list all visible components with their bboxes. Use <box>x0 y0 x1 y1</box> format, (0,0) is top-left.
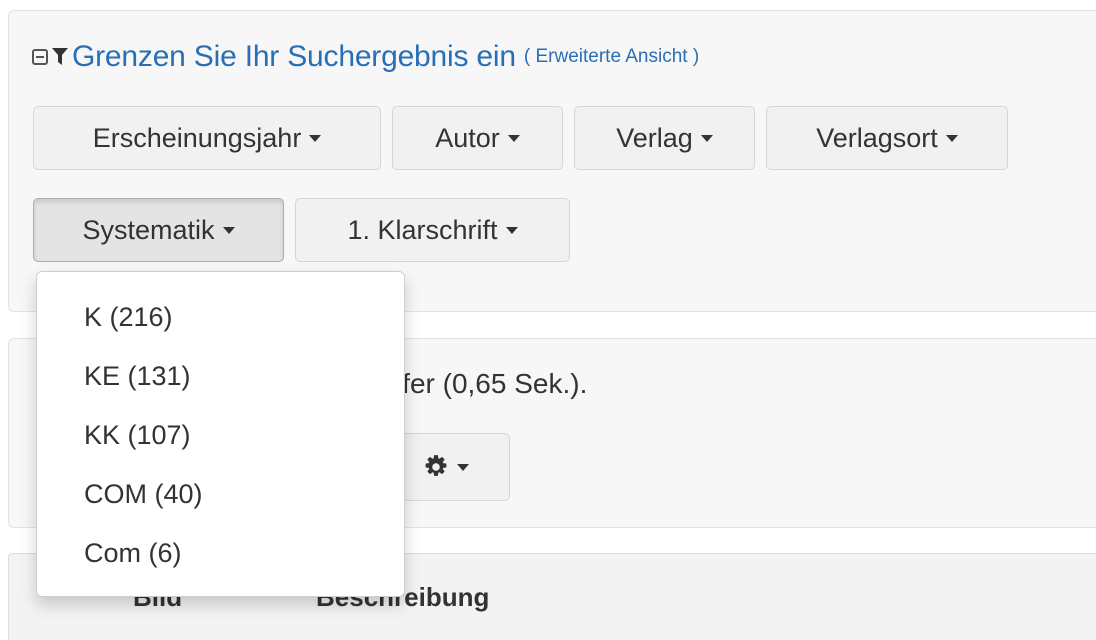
dropdown-item[interactable]: Com (6) <box>84 538 182 569</box>
caret-down-icon <box>309 134 322 142</box>
paren-close: ) <box>692 46 700 67</box>
facet-label: Autor <box>435 122 500 153</box>
advanced-view-wrapper: ( Erweiterte Ansicht ) <box>524 46 699 68</box>
facet-button-erscheinungsjahr[interactable]: Erscheinungsjahr <box>33 106 381 170</box>
facet-button-verlag[interactable]: Verlag <box>574 106 755 170</box>
facet-button-klarschrift[interactable]: 1. Klarschrift <box>295 198 570 262</box>
dropdown-item[interactable]: K (216) <box>84 302 173 333</box>
facet-label: Verlag <box>616 122 693 153</box>
paren-open: ( <box>523 46 531 67</box>
facet-button-verlagsort[interactable]: Verlagsort <box>766 106 1008 170</box>
refine-search-link[interactable]: Grenzen Sie Ihr Suchergebnis ein <box>72 40 516 74</box>
facet-label: Erscheinungsjahr <box>92 122 302 153</box>
filter-icon <box>52 48 68 65</box>
facet-button-systematik[interactable]: Systematik <box>33 198 284 262</box>
facet-label: 1. Klarschrift <box>347 214 498 245</box>
caret-down-icon <box>507 134 520 142</box>
gear-icon <box>425 455 447 476</box>
caret-down-icon <box>457 463 469 471</box>
minus-square-icon[interactable] <box>32 49 48 65</box>
dropdown-item[interactable]: KK (107) <box>84 420 191 451</box>
filter-heading: Grenzen Sie Ihr Suchergebnis ein ( Erwei… <box>32 40 699 74</box>
caret-down-icon <box>945 134 958 142</box>
facet-label: Systematik <box>82 214 215 245</box>
facet-button-autor[interactable]: Autor <box>392 106 563 170</box>
dropdown-item[interactable]: COM (40) <box>84 479 203 510</box>
facet-label: Verlagsort <box>816 122 938 153</box>
advanced-view-link[interactable]: Erweiterte Ansicht <box>535 46 687 67</box>
caret-down-icon <box>222 226 235 234</box>
caret-down-icon <box>700 134 713 142</box>
page: Grenzen Sie Ihr Suchergebnis ein ( Erwei… <box>0 0 1096 640</box>
dropdown-item[interactable]: KE (131) <box>84 361 191 392</box>
systematik-dropdown-menu: K (216) KE (131) KK (107) COM (40) Com (… <box>36 271 405 597</box>
caret-down-icon <box>505 226 518 234</box>
